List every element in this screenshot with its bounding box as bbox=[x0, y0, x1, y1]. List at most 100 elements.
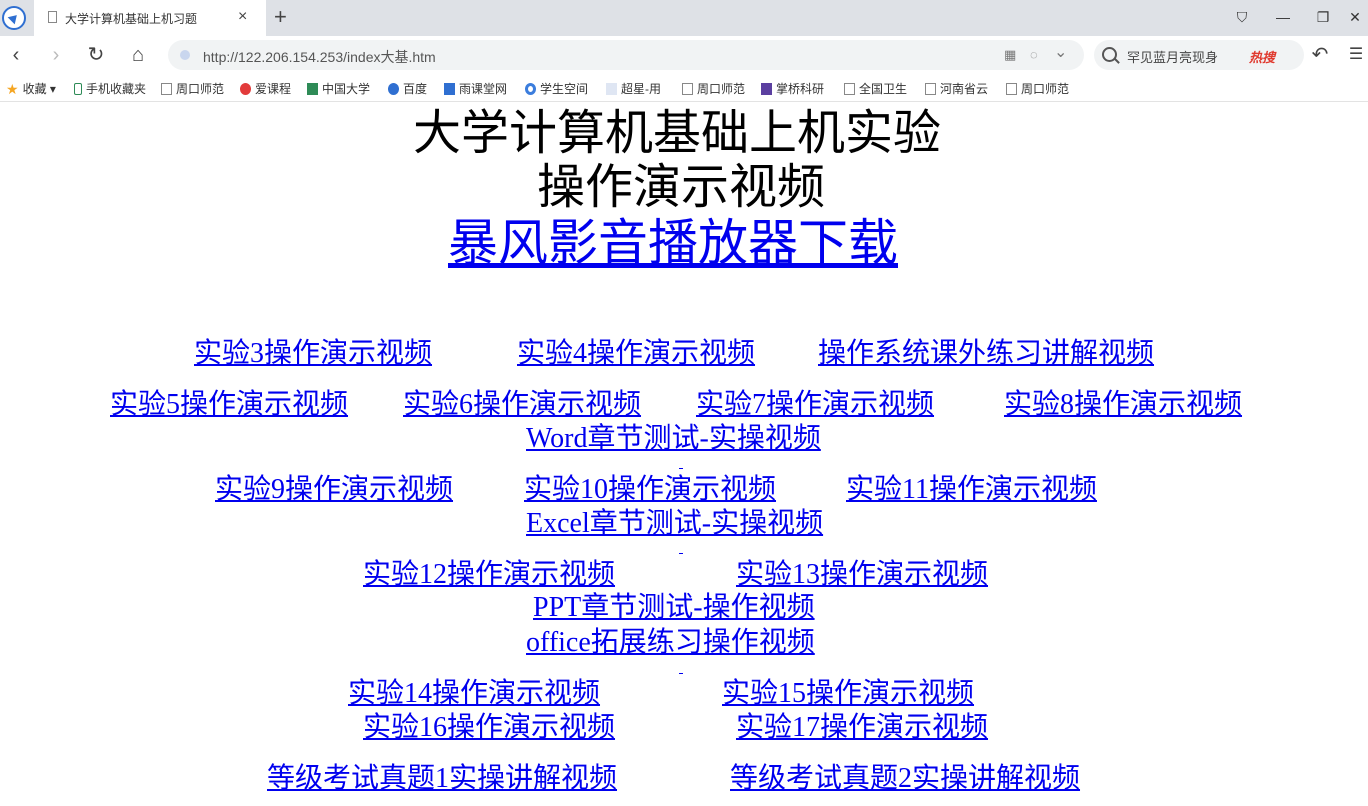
word-test-video-link[interactable]: Word章节测试-实操视频 bbox=[526, 425, 821, 453]
restore-button[interactable]: ❐ bbox=[1310, 6, 1336, 28]
close-window-button[interactable]: ✕ bbox=[1342, 6, 1368, 28]
icourse-icon bbox=[240, 83, 251, 95]
phone-icon bbox=[74, 83, 82, 95]
undo-icon[interactable]: ↶ bbox=[1308, 43, 1332, 67]
exp4-video-link[interactable]: 实验4操作演示视频 bbox=[517, 340, 755, 368]
exp11-video-link[interactable]: 实验11操作演示视频 bbox=[846, 476, 1097, 504]
bookmark-label: 周口师范 bbox=[1021, 82, 1070, 96]
bookmark-item[interactable]: 雨课堂网 bbox=[444, 80, 507, 97]
exp10-video-link[interactable]: 实验10操作演示视频 bbox=[524, 476, 776, 504]
navigation-toolbar: ‹ › ↻ ⌂ http://122.206.154.253/index大基.h… bbox=[0, 36, 1368, 74]
exp17-video-link[interactable]: 实验17操作演示视频 bbox=[736, 714, 988, 742]
new-tab-button[interactable]: + bbox=[274, 5, 287, 29]
link-underline-fragment bbox=[679, 673, 683, 674]
bookmark-label: 收藏 bbox=[22, 82, 47, 96]
chevron-down-icon[interactable]: ⌄ bbox=[1054, 44, 1067, 62]
bookmark-item[interactable]: 手机收藏夹 bbox=[74, 80, 146, 97]
chrome-icon bbox=[525, 83, 536, 95]
zhangqiao-icon bbox=[761, 83, 772, 95]
address-bar[interactable]: http://122.206.154.253/index大基.htm ▦ ◌ ⌄ bbox=[168, 40, 1084, 70]
bookmark-item[interactable]: 河南省云 bbox=[925, 80, 988, 97]
bookmark-label: 爱课程 bbox=[255, 82, 292, 96]
bookmark-label: 手机收藏夹 bbox=[86, 82, 147, 96]
mooc-icon bbox=[307, 83, 318, 95]
exp9-video-link[interactable]: 实验9操作演示视频 bbox=[215, 476, 453, 504]
page-icon bbox=[1006, 83, 1017, 95]
qr-grid-icon[interactable]: ▦ bbox=[1004, 46, 1016, 64]
bookmark-label: 雨课堂网 bbox=[459, 82, 508, 96]
page-subtitle: 操作演示视频 bbox=[537, 161, 826, 214]
reload-button[interactable]: ↻ bbox=[84, 43, 108, 67]
bookmark-item[interactable]: 爱课程 bbox=[240, 80, 291, 97]
os-exercise-video-link[interactable]: 操作系统课外练习讲解视频 bbox=[818, 340, 1154, 368]
bookmark-label: 百度 bbox=[403, 82, 428, 96]
hot-search-badge[interactable]: 热搜 bbox=[1249, 47, 1275, 66]
bookmark-label: 掌桥科研 bbox=[776, 82, 825, 96]
tab-close-icon[interactable]: × bbox=[238, 7, 247, 27]
page-title: 大学计算机基础上机实验 bbox=[413, 107, 942, 160]
search-input[interactable]: 罕见蓝月亮现身 bbox=[1127, 47, 1218, 66]
bookmark-label: 超星-用 bbox=[621, 82, 661, 96]
home-button[interactable]: ⌂ bbox=[126, 43, 150, 67]
bookmark-label: 河南省云 bbox=[940, 82, 989, 96]
office-extension-video-link[interactable]: office拓展练习操作视频 bbox=[526, 629, 815, 657]
menu-icon[interactable]: ☰ bbox=[1344, 43, 1368, 67]
yuketang-icon bbox=[444, 83, 455, 95]
browser-logo-icon[interactable] bbox=[2, 6, 26, 30]
minimize-button[interactable]: — bbox=[1270, 6, 1296, 28]
exp14-video-link[interactable]: 实验14操作演示视频 bbox=[348, 680, 600, 708]
page-icon bbox=[844, 83, 855, 95]
bookmarks-bar: ★ 收藏 ▾ 手机收藏夹 周口师范 爱课程 中国大学 百度 雨课堂网 学生空间 超… bbox=[0, 74, 1368, 102]
exp13-video-link[interactable]: 实验13操作演示视频 bbox=[736, 561, 988, 589]
exp15-video-link[interactable]: 实验15操作演示视频 bbox=[722, 680, 974, 708]
bookmark-label: 周口师范 bbox=[697, 82, 746, 96]
ppt-test-video-link[interactable]: PPT章节测试-操作视频 bbox=[533, 594, 815, 622]
site-info-icon[interactable] bbox=[180, 50, 190, 60]
bookmark-item[interactable]: 超星-用 bbox=[606, 80, 661, 97]
exp8-video-link[interactable]: 实验8操作演示视频 bbox=[1004, 391, 1242, 419]
exam1-video-link[interactable]: 等级考试真题1实操讲解视频 bbox=[267, 765, 617, 793]
page-icon bbox=[161, 83, 172, 95]
exp12-video-link[interactable]: 实验12操作演示视频 bbox=[363, 561, 615, 589]
search-box[interactable]: 罕见蓝月亮现身 热搜 bbox=[1094, 40, 1304, 70]
exp3-video-link[interactable]: 实验3操作演示视频 bbox=[194, 340, 432, 368]
star-icon: ★ bbox=[6, 81, 19, 97]
bookmark-item[interactable]: 周口师范 bbox=[161, 80, 224, 97]
bookmark-item[interactable]: 周口师范 bbox=[682, 80, 745, 97]
tab-active[interactable]: 大学计算机基础上机习题 × bbox=[34, 0, 266, 36]
forward-button[interactable]: › bbox=[44, 43, 68, 67]
exp16-video-link[interactable]: 实验16操作演示视频 bbox=[363, 714, 615, 742]
address-url[interactable]: http://122.206.154.253/index大基.htm bbox=[203, 47, 436, 67]
bookmark-label: 全国卫生 bbox=[859, 82, 908, 96]
bookmark-item[interactable]: 全国卫生 bbox=[844, 80, 907, 97]
search-icon bbox=[1102, 47, 1117, 62]
chaoxing-icon bbox=[606, 83, 617, 95]
link-underline-fragment bbox=[679, 553, 683, 554]
link-underline-fragment bbox=[679, 468, 683, 469]
bookmark-item[interactable]: 百度 bbox=[388, 80, 427, 97]
bookmark-item[interactable]: 中国大学 bbox=[307, 80, 370, 97]
bookmark-label: 中国大学 bbox=[322, 82, 371, 96]
exp5-video-link[interactable]: 实验5操作演示视频 bbox=[110, 391, 348, 419]
page-icon bbox=[925, 83, 936, 95]
skin-icon[interactable]: ⛉ bbox=[1229, 6, 1255, 28]
player-download-link[interactable]: 暴风影音播放器下载 bbox=[448, 218, 898, 268]
bookmark-item[interactable]: 周口师范 bbox=[1006, 80, 1069, 97]
tab-bar: 大学计算机基础上机习题 × + ⛉ — ❐ ✕ bbox=[0, 0, 1368, 36]
page-content: 大学计算机基础上机实验 操作演示视频 暴风影音播放器下载 实验3操作演示视频 实… bbox=[0, 102, 1368, 806]
bookmark-item[interactable]: 掌桥科研 bbox=[761, 80, 824, 97]
excel-test-video-link[interactable]: Excel章节测试-实操视频 bbox=[526, 510, 823, 538]
bookmark-favorites[interactable]: ★ 收藏 ▾ bbox=[6, 80, 56, 98]
baidu-icon bbox=[388, 83, 399, 95]
page-icon bbox=[48, 11, 57, 23]
exp6-video-link[interactable]: 实验6操作演示视频 bbox=[403, 391, 641, 419]
tab-title: 大学计算机基础上机习题 bbox=[65, 12, 198, 26]
compat-mode-icon[interactable]: ◌ bbox=[1030, 46, 1038, 64]
bookmark-label: 周口师范 bbox=[176, 82, 225, 96]
back-button[interactable]: ‹ bbox=[4, 43, 28, 67]
page-icon bbox=[682, 83, 693, 95]
bookmark-item[interactable]: 学生空间 bbox=[525, 80, 588, 97]
bookmark-label: 学生空间 bbox=[540, 82, 589, 96]
exam2-video-link[interactable]: 等级考试真题2实操讲解视频 bbox=[730, 765, 1080, 793]
exp7-video-link[interactable]: 实验7操作演示视频 bbox=[696, 391, 934, 419]
